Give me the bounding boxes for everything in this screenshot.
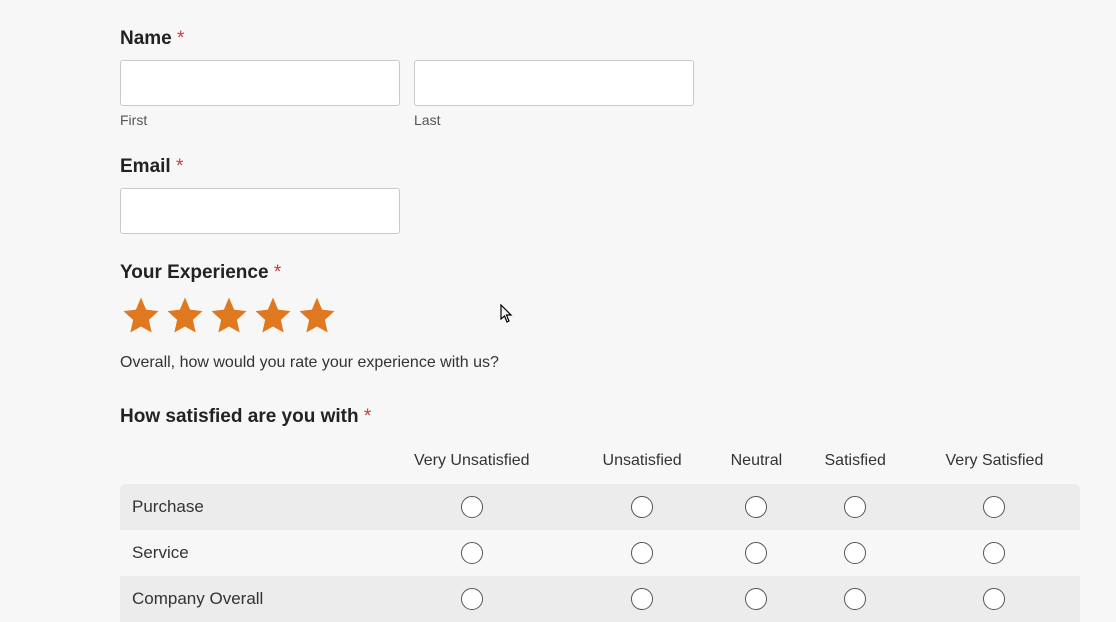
likert-header-row: Very Unsatisfied Unsatisfied Neutral Sat… [120,444,1080,484]
likert-row-label: Company Overall [120,576,371,622]
likert-radio[interactable] [745,542,767,564]
likert-col-header: Neutral [711,444,801,484]
likert-radio[interactable] [461,588,483,610]
likert-col-header: Very Unsatisfied [371,444,573,484]
likert-radio[interactable] [461,542,483,564]
name-label-text: Name [120,28,172,49]
likert-header-empty [120,444,371,484]
star-icon[interactable] [252,294,294,336]
first-sublabel: First [120,112,400,128]
name-row: First Last [120,60,1080,128]
likert-col-header: Satisfied [802,444,909,484]
email-required: * [176,156,183,177]
likert-radio[interactable] [631,496,653,518]
likert-radio[interactable] [983,588,1005,610]
experience-label: Your Experience * [120,262,1080,284]
likert-row: Company Overall [120,576,1080,622]
likert-radio[interactable] [745,496,767,518]
likert-radio[interactable] [844,588,866,610]
name-field: Name * First Last [120,28,1080,128]
last-name-col: Last [414,60,694,128]
likert-field: How satisfied are you with * Very Unsati… [120,406,1080,622]
likert-row-label: Purchase [120,484,371,530]
likert-row: Service [120,530,1080,576]
likert-radio[interactable] [844,496,866,518]
email-input[interactable] [120,188,400,234]
likert-row-label: Service [120,530,371,576]
first-name-input[interactable] [120,60,400,106]
likert-required: * [364,406,371,427]
star-icon[interactable] [164,294,206,336]
likert-radio[interactable] [983,496,1005,518]
likert-radio[interactable] [631,588,653,610]
likert-radio[interactable] [983,542,1005,564]
last-sublabel: Last [414,112,694,128]
experience-required: * [274,262,281,283]
name-required: * [177,28,184,49]
likert-radio[interactable] [844,542,866,564]
star-icon[interactable] [296,294,338,336]
last-name-input[interactable] [414,60,694,106]
likert-radio[interactable] [745,588,767,610]
experience-description: Overall, how would you rate your experie… [120,354,1080,372]
first-name-col: First [120,60,400,128]
likert-row: Purchase [120,484,1080,530]
likert-table: Very Unsatisfied Unsatisfied Neutral Sat… [120,444,1080,622]
email-label: Email * [120,156,1080,178]
star-rating [120,294,1080,336]
likert-label: How satisfied are you with * [120,406,1080,428]
experience-label-text: Your Experience [120,262,269,283]
likert-radio[interactable] [631,542,653,564]
likert-col-header: Very Satisfied [909,444,1080,484]
likert-col-header: Unsatisfied [573,444,711,484]
star-icon[interactable] [208,294,250,336]
email-label-text: Email [120,156,171,177]
experience-field: Your Experience * Overall, how would you… [120,262,1080,372]
feedback-form: Name * First Last Email * Your Experienc… [120,28,1080,622]
likert-label-text: How satisfied are you with [120,406,359,427]
star-icon[interactable] [120,294,162,336]
email-field: Email * [120,156,1080,234]
name-label: Name * [120,28,1080,50]
likert-radio[interactable] [461,496,483,518]
